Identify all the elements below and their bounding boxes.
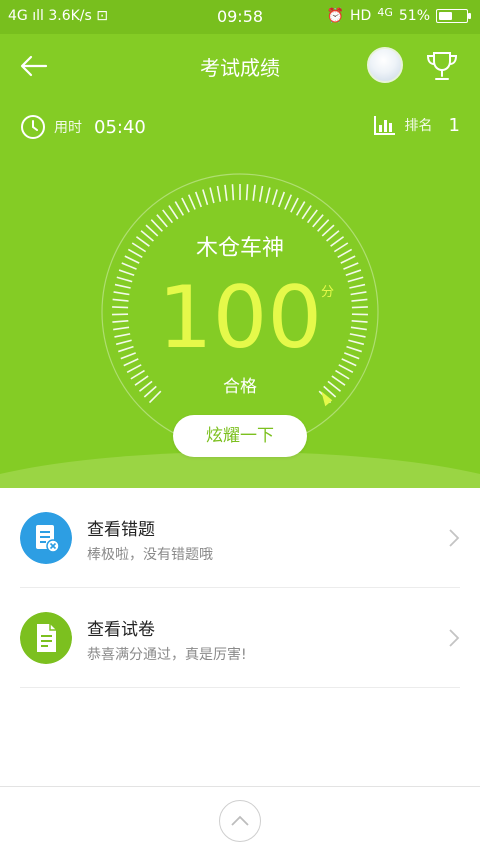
list-item-subtitle: 恭喜满分通过，真是厉害! — [87, 644, 247, 664]
status-bar: 4G ıll 3.6K/s ⊡ 09:58 ⏰ HD 4G 51% — [0, 0, 480, 34]
list-item-exam-paper[interactable]: 查看试卷 恭喜满分通过，真是厉害! — [20, 588, 460, 688]
gauge-tick — [169, 206, 178, 219]
alarm-icon: ⏰ — [327, 8, 344, 24]
score-unit: 分 — [321, 281, 334, 300]
gauge-tick — [253, 185, 255, 201]
bottom-bar — [0, 786, 480, 854]
chevron-right-icon — [448, 628, 460, 648]
gauge-tick — [247, 184, 248, 200]
result-hero: 考试成绩 用时 05:40 排名 1 木仓 — [0, 34, 480, 488]
chevron-up-icon[interactable] — [219, 800, 261, 842]
gauge-tick — [285, 195, 291, 210]
battery-fill — [439, 12, 452, 20]
result-actions-list: 查看错题 棒极啦，没有错题哦 查看试卷 恭喜满分通过，真是厉害! — [0, 488, 480, 688]
gauge-tick — [273, 190, 278, 205]
list-item-wrong-questions[interactable]: 查看错题 棒极啦，没有错题哦 — [20, 488, 460, 588]
time-used-value: 05:40 — [94, 117, 146, 138]
gauge-tick — [122, 263, 137, 269]
gauge-tick — [210, 188, 214, 204]
wrong-questions-icon — [20, 512, 72, 564]
gauge-tick — [343, 263, 358, 269]
gauge-tick — [175, 202, 183, 216]
gauge-title: 木仓车神 — [0, 230, 480, 262]
score-value: 100 — [0, 270, 480, 366]
gauge-tick — [163, 210, 173, 223]
nav-bar: 考试成绩 — [0, 34, 480, 98]
battery-percent: 51% — [399, 8, 430, 24]
gauge-tick — [313, 215, 323, 227]
gauge-tick — [189, 195, 195, 210]
list-item-title: 查看试卷 — [87, 615, 155, 640]
gauge-tick — [157, 215, 167, 227]
pass-status: 合格 — [0, 372, 480, 397]
bar-chart-icon — [373, 114, 397, 136]
battery-icon — [436, 9, 468, 23]
rank-label: 排名 — [405, 115, 433, 135]
gauge-tick — [203, 190, 208, 205]
gauge-tick — [225, 185, 227, 201]
gauge-tick — [297, 202, 305, 216]
time-used-label: 用时 — [54, 117, 82, 137]
list-item-subtitle: 棒极啦，没有错题哦 — [87, 544, 213, 564]
gauge-tick — [182, 198, 189, 212]
hero-wave — [0, 452, 480, 488]
exam-paper-icon — [20, 612, 72, 664]
rank-value: 1 — [449, 115, 460, 136]
gauge-tick — [196, 192, 202, 207]
status-right: ⏰ HD 4G 51% — [327, 8, 468, 24]
network2-label: 4G — [377, 6, 393, 19]
meta-row: 用时 05:40 排名 1 — [0, 114, 480, 148]
avatar[interactable] — [367, 47, 403, 83]
gauge-tick — [232, 184, 233, 200]
gauge-tick — [291, 198, 298, 212]
share-button[interactable]: 炫耀一下 — [173, 415, 307, 457]
gauge-tick — [308, 210, 318, 223]
list-item-title: 查看错题 — [87, 515, 155, 540]
trophy-icon[interactable] — [424, 48, 460, 84]
hd-label: HD — [350, 8, 371, 24]
time-used: 用时 05:40 — [20, 114, 146, 140]
chevron-right-icon — [448, 528, 460, 548]
gauge-tick — [260, 186, 263, 202]
clock-icon — [20, 114, 46, 140]
gauge-tick — [217, 186, 220, 202]
gauge-tick — [302, 206, 311, 219]
gauge-tick — [279, 192, 285, 207]
gauge-tick — [266, 188, 270, 204]
page-title: 考试成绩 — [0, 52, 480, 81]
rank: 排名 1 — [373, 114, 460, 136]
